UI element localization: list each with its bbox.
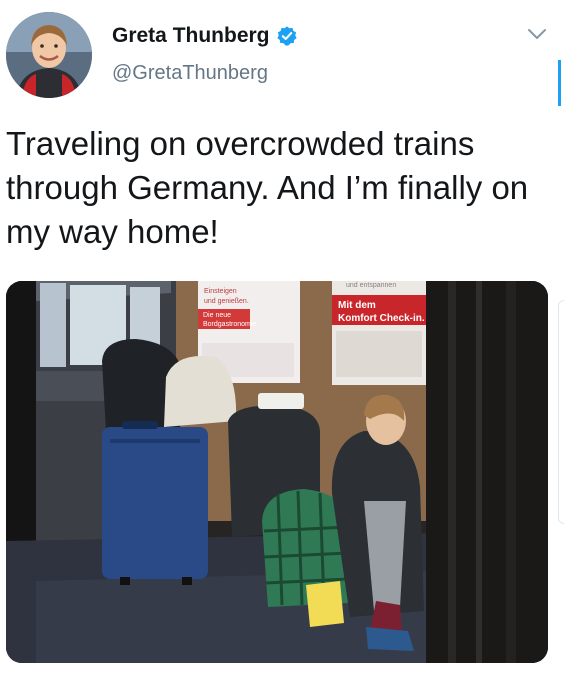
- verified-badge-icon: [276, 26, 297, 46]
- tweet-photo[interactable]: Einsteigen und genießen. Die neue Bordga…: [6, 281, 548, 663]
- poster-left-line1: Einsteigen: [204, 288, 237, 295]
- train-photo-illustration: Einsteigen und genießen. Die neue Bordga…: [6, 281, 548, 663]
- author-handle[interactable]: @GretaThunberg: [112, 62, 268, 85]
- poster-left-line3: Die neue: [203, 312, 231, 319]
- avatar[interactable]: [6, 12, 92, 98]
- poster-right-top: und entspannen: [346, 282, 396, 289]
- chevron-down-icon[interactable]: [526, 26, 548, 42]
- tweet-text: Traveling on overcrowded trains through …: [6, 125, 529, 250]
- tweet-header: Greta Thunberg @GretaThunberg: [0, 0, 564, 110]
- scroll-rail: [558, 300, 564, 524]
- avatar-photo: [6, 12, 92, 98]
- poster-right-line2: Komfort Check-in.: [338, 313, 425, 324]
- poster-right-line1: Mit dem: [338, 300, 376, 311]
- author-name-row: Greta Thunberg: [112, 24, 298, 48]
- poster-left-line2: und genießen.: [204, 298, 249, 305]
- poster-left-line4: Bordgastronomie.: [203, 321, 258, 328]
- author-display-name[interactable]: Greta Thunberg: [112, 24, 270, 48]
- side-accent-bar: [558, 60, 561, 106]
